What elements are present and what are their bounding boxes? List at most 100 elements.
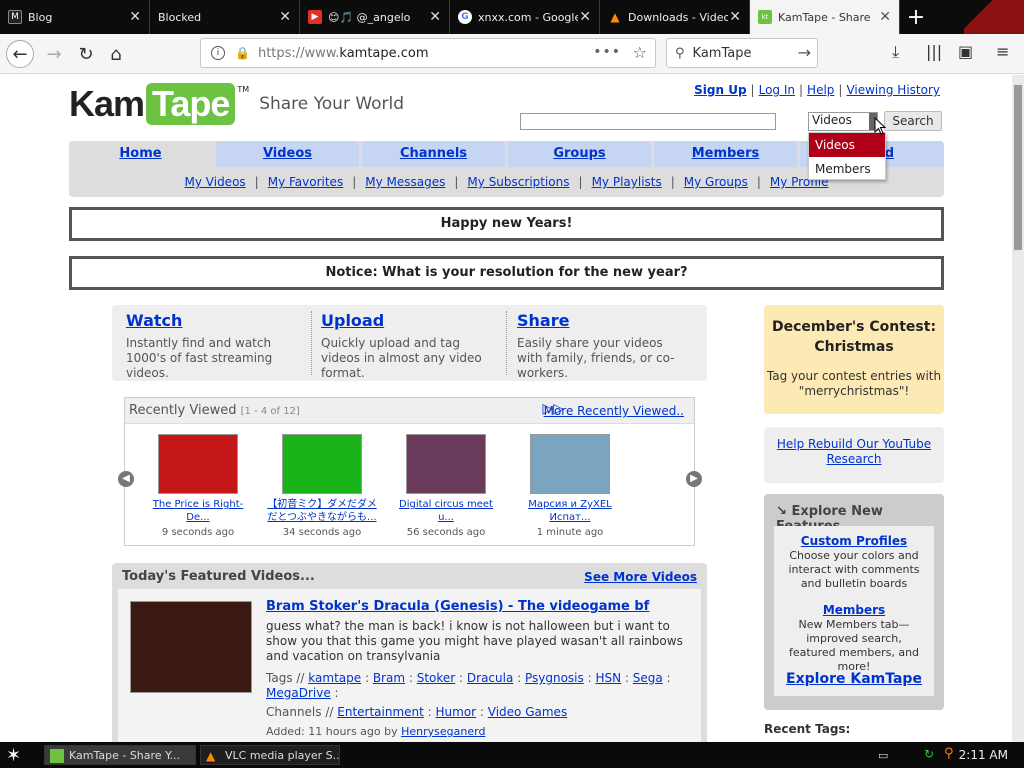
window-corner (964, 0, 1024, 34)
browser-tab-bar: M Blog ✕ Blocked ✕ ▶ 😊🎵 @_angelo ✕ G xnx… (0, 0, 1024, 34)
see-more-videos-link[interactable]: See More Videos (584, 570, 697, 584)
video-thumbnail[interactable] (130, 601, 252, 693)
network-icon[interactable]: ↻ (924, 747, 934, 761)
search-type-dropdown: Videos Members (808, 132, 886, 180)
explore-features-box: ↘ Explore New Features Custom Profiles C… (764, 494, 944, 710)
my-groups-link[interactable]: My Groups (684, 175, 748, 189)
arrow-icon: ↘ (776, 504, 787, 519)
more-recently-viewed-link[interactable]: More Recently Viewed.. (544, 404, 684, 418)
search-go-arrow-icon[interactable]: → (798, 43, 811, 62)
tab-members[interactable]: Members (654, 141, 797, 167)
video-thumbnail[interactable] (406, 434, 486, 494)
site-search-input[interactable] (520, 113, 776, 130)
video-thumbnail[interactable] (282, 434, 362, 494)
notice-happy-new-years: Happy new Years! (69, 207, 944, 241)
search-button[interactable]: Search (884, 111, 942, 131)
featured-added: Added: 11 hours ago by Henryseganerd (266, 725, 486, 738)
help-rebuild-link[interactable]: Help Rebuild Our YouTube Research (777, 437, 931, 466)
my-playlists-link[interactable]: My Playlists (592, 175, 662, 189)
menu-hamburger-icon[interactable]: ≡ (996, 42, 1009, 61)
close-tab-icon[interactable]: ✕ (279, 9, 291, 25)
tab-youtube[interactable]: ▶ 😊🎵 @_angelo ✕ (300, 0, 450, 34)
contest-box: December's Contest: Christmas Tag your c… (764, 305, 944, 414)
home-icon[interactable]: ⌂ (102, 40, 130, 68)
taskbar-item-kamtape[interactable]: KamTape - Share Y... (44, 745, 196, 765)
tab-home[interactable]: Home (69, 141, 212, 167)
tab-google[interactable]: G xnxx.com - Google ✕ (450, 0, 600, 34)
new-tab-plus-icon[interactable]: + (900, 0, 932, 34)
uploader-link[interactable]: Henryseganerd (401, 725, 485, 738)
share-link[interactable]: Share (517, 311, 569, 330)
custom-profiles-link[interactable]: Custom Profiles (801, 534, 907, 548)
featured-channels: Channels // Entertainment : Humor : Vide… (266, 705, 568, 719)
browser-search-bar[interactable]: ⚲ KamTape → (666, 38, 818, 68)
taskbar-item-vlc[interactable]: ▲ VLC media player S... (200, 745, 340, 765)
slogan: Share Your World (259, 94, 405, 114)
forward-arrow-icon[interactable]: → (40, 40, 68, 68)
my-videos-link[interactable]: My Videos (185, 175, 246, 189)
my-favorites-link[interactable]: My Favorites (268, 175, 343, 189)
featured-video-title[interactable]: Bram Stoker's Dracula (Genesis) - The vi… (266, 599, 649, 614)
info-icon[interactable]: i (211, 46, 225, 60)
close-tab-icon[interactable]: ✕ (729, 9, 741, 25)
page-scrollbar[interactable] (1012, 75, 1024, 742)
mouse-cursor-icon (874, 117, 887, 135)
featured-video-desc: guess what? the man is back! i know is n… (266, 619, 683, 663)
download-icon[interactable]: ⤓ (892, 42, 899, 62)
video-thumbnail[interactable] (158, 434, 238, 494)
next-arrow-icon[interactable]: ▶ (686, 471, 702, 487)
share-block: Share Easily share your videos with fami… (517, 311, 675, 380)
tab-groups[interactable]: Groups (508, 141, 651, 167)
contest-text: Tag your contest entries with "merrychri… (766, 369, 942, 398)
log-in-link[interactable]: Log In (759, 83, 795, 97)
url-bar[interactable]: i 🔒 https://www.kamtape.com ••• ☆ (200, 38, 656, 68)
search-icon: ⚲ (675, 45, 685, 61)
tab-blog[interactable]: M Blog ✕ (0, 0, 150, 34)
page-actions-icon[interactable]: ••• (593, 44, 621, 60)
help-link[interactable]: Help (807, 83, 834, 97)
dropdown-option-members[interactable]: Members (809, 157, 885, 181)
library-icon[interactable]: ||| (926, 42, 942, 61)
list-item[interactable]: Digital circus meet u... 56 seconds ago (391, 434, 501, 538)
close-tab-icon[interactable]: ✕ (129, 9, 141, 25)
lock-icon: 🔒 (235, 46, 250, 60)
dropdown-option-videos[interactable]: Videos (809, 133, 885, 157)
bookmark-star-icon[interactable]: ☆ (633, 43, 647, 62)
back-arrow-icon[interactable]: ← (6, 40, 34, 68)
sidebar-icon[interactable]: ▣ (958, 42, 973, 61)
tab-kamtape[interactable]: kt KamTape - Share ✕ (750, 0, 900, 34)
members-feature-link[interactable]: Members (823, 603, 885, 617)
reload-icon[interactable]: ↻ (72, 40, 100, 68)
search-tray-icon[interactable]: ⚲ (944, 746, 954, 761)
vlc-cone-icon: ▲ (610, 10, 620, 24)
explore-kamtape-link[interactable]: Explore KamTape (786, 671, 922, 687)
kamtape-logo[interactable]: Kam Tape TM Share Your World (69, 83, 404, 125)
youtube-icon: ▶ (308, 10, 322, 24)
tab-blocked[interactable]: Blocked ✕ (150, 0, 300, 34)
prev-arrow-icon[interactable]: ◀ (118, 471, 134, 487)
keyboard-icon[interactable]: ▭ (878, 749, 888, 762)
search-type-select[interactable]: Videos (808, 112, 878, 131)
video-thumbnail[interactable] (530, 434, 610, 494)
url-text[interactable]: https://www.kamtape.com (258, 46, 429, 61)
my-subscriptions-link[interactable]: My Subscriptions (467, 175, 569, 189)
start-star-icon[interactable]: ✶ (6, 745, 21, 766)
close-tab-icon[interactable]: ✕ (579, 9, 591, 25)
scrollbar-thumb[interactable] (1014, 85, 1022, 250)
tab-downloads[interactable]: ▲ Downloads - Video ✕ (600, 0, 750, 34)
sign-up-link[interactable]: Sign Up (694, 83, 746, 97)
tab-videos[interactable]: Videos (216, 141, 359, 167)
list-item[interactable]: The Price is Right-De... 9 seconds ago (143, 434, 253, 538)
list-item[interactable]: Марсия и ZyXEL Испат... 1 minute ago (515, 434, 625, 538)
list-item[interactable]: 【初音ミク】ダメだダメだとつぶやきながらも... 34 seconds ago (267, 434, 377, 538)
m-favicon-icon: M (8, 10, 22, 24)
viewing-history-link[interactable]: Viewing History (846, 83, 940, 97)
my-messages-link[interactable]: My Messages (365, 175, 445, 189)
upload-link[interactable]: Upload (321, 311, 384, 330)
tab-channels[interactable]: Channels (362, 141, 505, 167)
watch-link[interactable]: Watch (126, 311, 182, 330)
kamtape-icon: kt (758, 10, 772, 24)
close-tab-icon[interactable]: ✕ (429, 9, 441, 25)
browser-nav-bar: ← → ↻ ⌂ i 🔒 https://www.kamtape.com ••• … (0, 34, 1024, 74)
close-tab-icon[interactable]: ✕ (879, 9, 891, 25)
